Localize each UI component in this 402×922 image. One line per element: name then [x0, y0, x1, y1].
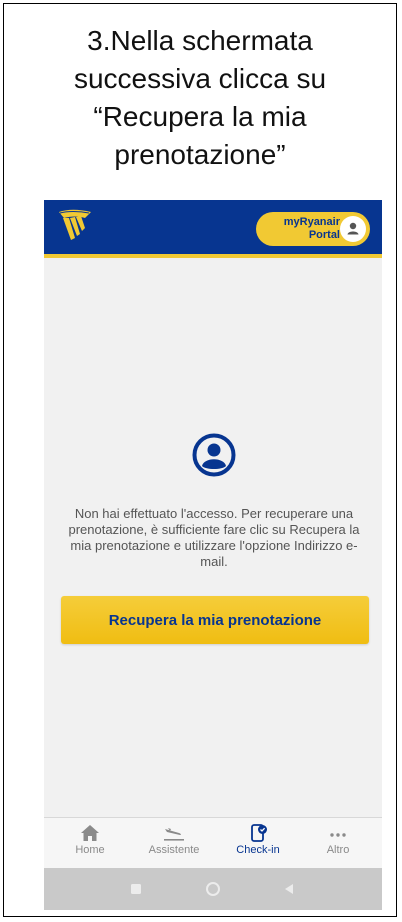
tab-assistente[interactable]: Assistente	[139, 824, 209, 856]
caption-line: prenotazione”	[114, 139, 286, 170]
more-dots-icon	[330, 833, 346, 837]
phone-screenshot: myRyanair Portal Non hai effettuato l'ac…	[44, 200, 382, 910]
ryanair-harp-logo[interactable]	[57, 208, 93, 242]
caption-line: “Recupera la mia	[93, 101, 307, 132]
tab-check-in[interactable]: Check-in	[223, 824, 293, 856]
caption-line: 3.Nella schermata	[87, 25, 313, 56]
tab-altro-label: Altro	[326, 844, 350, 856]
instruction-caption: 3.Nella schermata successiva clicca su “…	[4, 22, 396, 174]
myryanair-portal-button[interactable]: myRyanair Portal	[256, 212, 370, 246]
tab-altro[interactable]: Altro	[303, 824, 373, 856]
home-circle-icon[interactable]	[205, 881, 221, 897]
user-icon	[340, 216, 366, 242]
tab-home[interactable]: Home	[55, 824, 125, 856]
instruction-card: 3.Nella schermata successiva clicca su “…	[3, 3, 397, 917]
recents-square-icon[interactable]	[128, 881, 144, 897]
tab-check-in-label: Check-in	[236, 844, 280, 856]
home-icon	[81, 825, 99, 841]
tab-home-label: Home	[75, 844, 105, 856]
system-navigation-bar	[44, 868, 382, 910]
bottom-tab-bar: Home Assistente Check-in Altro	[44, 817, 382, 868]
caption-line: successiva clicca su	[73, 63, 327, 94]
phone-check-icon	[251, 824, 267, 842]
tab-assistente-label: Assistente	[148, 844, 200, 856]
login-required-message: Non hai effettuato l'accesso. Per recupe…	[68, 506, 360, 569]
recover-booking-button[interactable]: Recupera la mia prenotazione	[61, 596, 369, 644]
account-circle-icon	[192, 433, 236, 477]
app-header: myRyanair Portal	[44, 200, 382, 258]
header-accent-bar	[44, 254, 382, 258]
plane-landing-icon	[164, 828, 184, 841]
back-triangle-icon[interactable]	[281, 881, 297, 897]
portal-label: myRyanair Portal	[283, 216, 340, 241]
